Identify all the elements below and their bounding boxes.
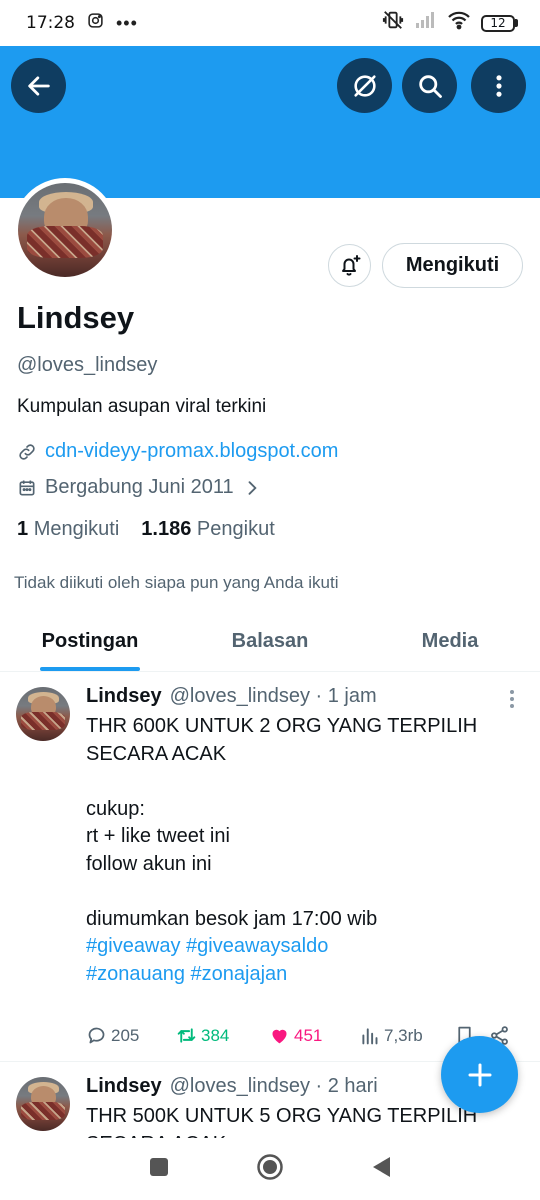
tab-replies[interactable]: Balasan xyxy=(180,612,360,671)
wifi-icon xyxy=(447,10,471,36)
status-bar: 17:28 ••• 12 xyxy=(0,0,540,46)
signal-icon xyxy=(415,11,437,35)
profile-handle: @loves_lindsey xyxy=(17,354,158,376)
follow-counts: 1 Mengikuti 1.186 Pengikut xyxy=(17,518,275,541)
chevron-right-icon[interactable] xyxy=(242,478,262,498)
battery-level: 12 xyxy=(481,14,515,32)
tweet-text: THR 500K UNTUK 5 ORG YANG TERPILIH SECAR… xyxy=(86,1105,478,1138)
instagram-icon xyxy=(87,12,104,35)
retweet-icon xyxy=(177,1028,196,1043)
tweet[interactable]: Lindsey @loves_lindsey · 1 jam THR 600K … xyxy=(0,673,540,1062)
tweet-handle-time: @loves_lindsey · 1 jam xyxy=(169,685,377,707)
system-nav-bar xyxy=(0,1138,540,1200)
following-button[interactable]: Mengikuti xyxy=(382,243,523,288)
profile-joined: Bergabung Juni 2011 xyxy=(17,476,262,499)
views-button[interactable]: 7,3rb xyxy=(359,1025,454,1046)
tweet-author-name[interactable]: Lindsey xyxy=(86,685,162,708)
reply-icon xyxy=(88,1027,105,1044)
compose-button[interactable] xyxy=(441,1036,518,1113)
recent-apps-button[interactable] xyxy=(148,1156,170,1183)
unmute-button[interactable] xyxy=(337,58,392,113)
tweet-author-name[interactable]: Lindsey xyxy=(86,1075,162,1098)
followed-by-note: Tidak diikuti oleh siapa pun yang Anda i… xyxy=(14,573,339,592)
view-count: 7,3rb xyxy=(384,1025,423,1045)
tab-posts[interactable]: Postingan xyxy=(0,612,180,671)
followers-count[interactable]: 1.186 Pengikut xyxy=(141,518,274,541)
square-icon xyxy=(150,1157,168,1176)
search-button[interactable] xyxy=(402,58,457,113)
more-dots-icon: ••• xyxy=(116,12,138,33)
joined-date: Bergabung Juni 2011 xyxy=(45,476,234,498)
back-icon xyxy=(27,75,50,96)
more-vertical-icon xyxy=(510,690,514,708)
profile-name: Lindsey xyxy=(17,300,135,335)
like-button[interactable]: 451 xyxy=(269,1025,359,1046)
nav-back-button[interactable] xyxy=(370,1155,392,1184)
profile-website: cdn-videyy-promax.blogspot.com xyxy=(17,440,338,463)
retweet-count: 384 xyxy=(201,1025,230,1045)
profile-avatar[interactable] xyxy=(13,178,117,282)
reply-count: 205 xyxy=(111,1025,140,1045)
tweet-header: Lindsey @loves_lindsey · 2 hari xyxy=(86,1075,378,1098)
notification-bell-button[interactable] xyxy=(328,244,371,287)
tweet-avatar[interactable] xyxy=(16,1077,70,1131)
views-icon xyxy=(362,1028,378,1045)
status-time: 17:28 xyxy=(26,13,75,33)
home-circle-icon xyxy=(257,1153,283,1180)
tweet-text: THR 600K UNTUK 2 ORG YANG TERPILIH SECAR… xyxy=(86,715,478,985)
profile-bio: Kumpulan asupan viral terkini xyxy=(17,396,267,417)
more-options-button[interactable] xyxy=(471,58,526,113)
profile-tabs: Postingan Balasan Media xyxy=(0,612,540,672)
profile-banner xyxy=(0,46,540,198)
plus-icon xyxy=(468,1063,491,1086)
tweet-header: Lindsey @loves_lindsey · 1 jam xyxy=(86,685,377,708)
tweet-more-button[interactable] xyxy=(500,687,524,711)
bell-plus-icon xyxy=(341,254,360,276)
more-vertical-icon xyxy=(495,74,502,97)
triangle-back-icon xyxy=(373,1156,390,1177)
tweet-hashtags[interactable]: #giveaway #giveawaysaldo #zonauang #zona… xyxy=(86,935,328,985)
tweet-avatar[interactable] xyxy=(16,687,70,741)
search-icon xyxy=(418,74,442,98)
following-count[interactable]: 1 Mengikuti xyxy=(17,518,119,541)
like-count: 451 xyxy=(294,1025,323,1045)
back-button[interactable] xyxy=(11,58,66,113)
link-icon xyxy=(19,443,35,460)
tweet-handle-time: @loves_lindsey · 2 hari xyxy=(169,1075,378,1097)
calendar-icon xyxy=(19,480,35,495)
reply-button[interactable]: 205 xyxy=(86,1025,176,1046)
home-button[interactable] xyxy=(256,1153,284,1186)
unmute-icon xyxy=(353,74,376,97)
vibrate-off-icon xyxy=(381,9,405,37)
battery-icon: 12 xyxy=(481,14,518,32)
tab-media[interactable]: Media xyxy=(360,612,540,671)
website-link[interactable]: cdn-videyy-promax.blogspot.com xyxy=(45,440,338,463)
heart-icon xyxy=(272,1029,287,1044)
retweet-button[interactable]: 384 xyxy=(176,1025,269,1046)
